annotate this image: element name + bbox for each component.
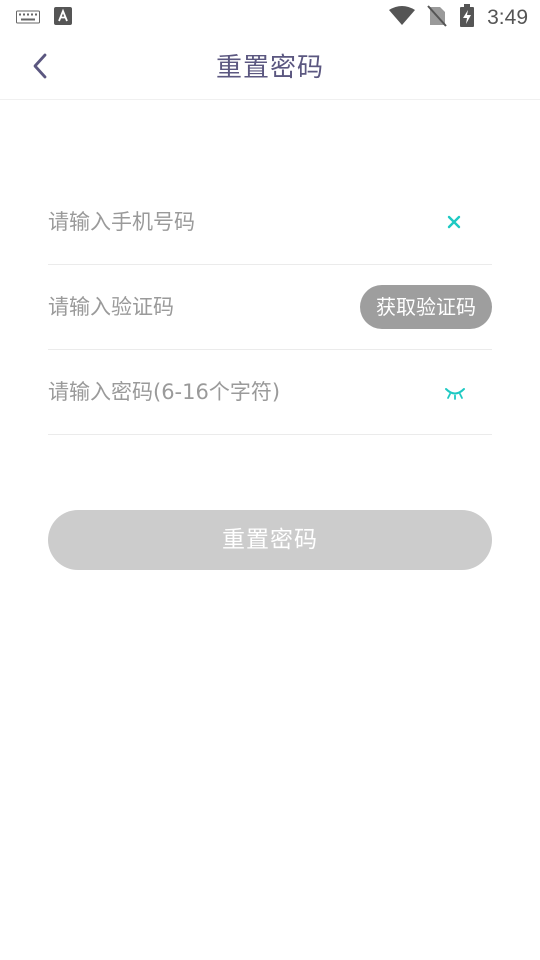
status-bar: 3:49 [0, 0, 540, 36]
page-title: 重置密码 [215, 53, 324, 83]
close-icon[interactable] [442, 210, 466, 234]
password-field-row [48, 350, 492, 435]
code-field-row: 获取验证码 [48, 265, 492, 350]
a-letter-notification-icon [54, 7, 72, 29]
status-left [16, 7, 72, 29]
password-input[interactable] [48, 372, 348, 412]
status-right: 3:49 [389, 4, 528, 32]
phone-field-row [48, 180, 492, 265]
reset-password-screen: 3:49 重置密码 获取验证码 [0, 0, 540, 960]
eye-closed-icon[interactable] [442, 382, 468, 404]
no-sim-icon [427, 5, 447, 31]
keyboard-icon [16, 9, 40, 28]
verification-code-input[interactable] [48, 287, 348, 327]
phone-input[interactable] [48, 202, 348, 242]
reset-password-button[interactable]: 重置密码 [48, 510, 492, 570]
status-time: 3:49 [487, 6, 528, 29]
battery-charging-icon [459, 4, 475, 32]
reset-form: 获取验证码 [48, 180, 492, 435]
wifi-icon [389, 6, 416, 30]
get-code-button[interactable]: 获取验证码 [360, 285, 492, 329]
header: 重置密码 [0, 36, 540, 100]
